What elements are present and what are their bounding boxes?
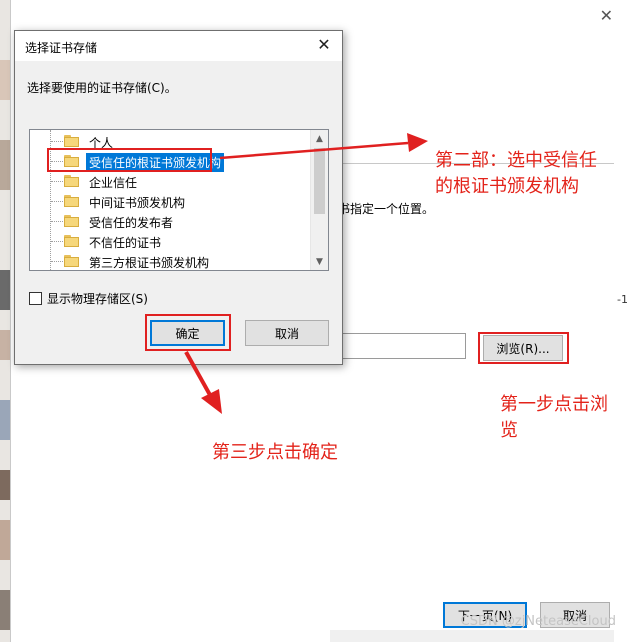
annotation-step2: 第二部：选中受信任的根证书颁发机构 [435, 150, 597, 197]
arrow-to-step3 [184, 351, 212, 396]
arrowhead-step3-icon [201, 389, 222, 414]
annotation-arrows [184, 133, 428, 414]
csdn-watermark: CSDN @zjNeteaseCloud [460, 614, 616, 629]
annotation-step1: 第一步点击浏览 [500, 394, 608, 441]
annotation-step3: 第三步点击确定 [212, 442, 338, 463]
arrow-to-step2 [219, 141, 409, 160]
arrowhead-step2-icon [407, 133, 428, 152]
